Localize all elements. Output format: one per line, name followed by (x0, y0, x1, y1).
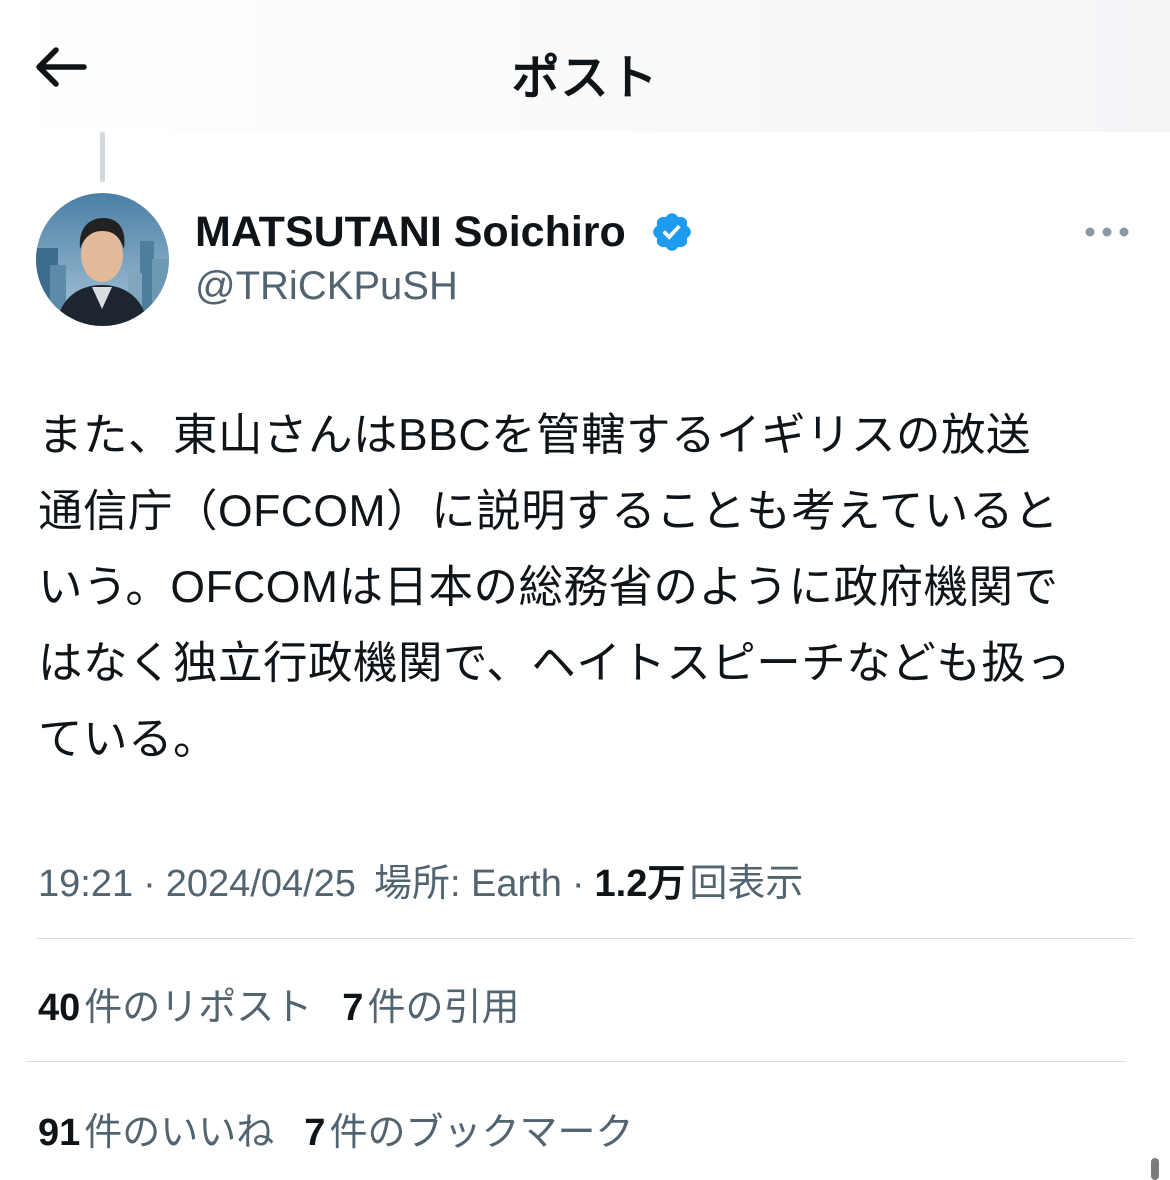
bookmarks-label: 件のブックマーク (329, 1112, 634, 1154)
quotes-count: 7 (342, 987, 364, 1029)
top-bar: ポスト (0, 0, 1170, 132)
post-text: また、東山さんはBBCを管轄するイギリスの放送 通信庁（OFCOM）に説明するこ… (38, 411, 1072, 764)
reposts-stat[interactable]: 40 件のリポスト (38, 976, 312, 1031)
post-location: 場所: Earth (373, 863, 562, 905)
page-title: ポスト (511, 52, 659, 105)
reposts-label: 件のリポスト (84, 987, 313, 1029)
divider (26, 1061, 1126, 1062)
post-date[interactable]: 2024/04/25 (166, 863, 356, 906)
avatar[interactable] (36, 193, 169, 326)
repost-quote-stats: 40 件のリポスト 7 件の引用 (38, 976, 519, 1031)
quotes-label: 件の引用 (367, 987, 520, 1029)
likes-count: 91 (38, 1112, 81, 1154)
bookmarks-count: 7 (304, 1112, 326, 1154)
scrollbar-thumb[interactable] (1151, 1158, 1159, 1180)
post-time[interactable]: 19:21 (38, 863, 133, 906)
views-label: 回表示 (689, 863, 804, 905)
quotes-stat[interactable]: 7 件の引用 (342, 976, 519, 1031)
likes-label: 件のいいね (84, 1112, 275, 1154)
meta-separator: · (143, 863, 156, 905)
reposts-count: 40 (38, 987, 81, 1029)
like-bookmark-stats: 91 件のいいね 7 件のブックマーク (38, 1101, 633, 1156)
thread-connector-line (100, 132, 105, 182)
bookmarks-stat[interactable]: 7 件のブックマーク (304, 1101, 633, 1156)
more-dots-icon (1085, 227, 1129, 237)
author-name[interactable]: MATSUTANI Soichiro (195, 208, 626, 257)
meta-separator: · (571, 863, 585, 905)
views-count: 1.2万 (594, 863, 686, 905)
more-options-button[interactable] (1078, 216, 1136, 248)
divider (36, 938, 1134, 939)
author-handle[interactable]: @TRiCKPuSH (195, 264, 458, 309)
post-detail-screen: ポスト MATSUTANI Soichiro @TRiCKPuSH また、東山さ… (0, 0, 1170, 1180)
post-meta: 19:21 · 2024/04/25 場所: Earth · 1.2万 回表示 (38, 852, 803, 907)
likes-stat[interactable]: 91 件のいいね (38, 1101, 274, 1156)
verified-badge-icon (653, 213, 691, 251)
